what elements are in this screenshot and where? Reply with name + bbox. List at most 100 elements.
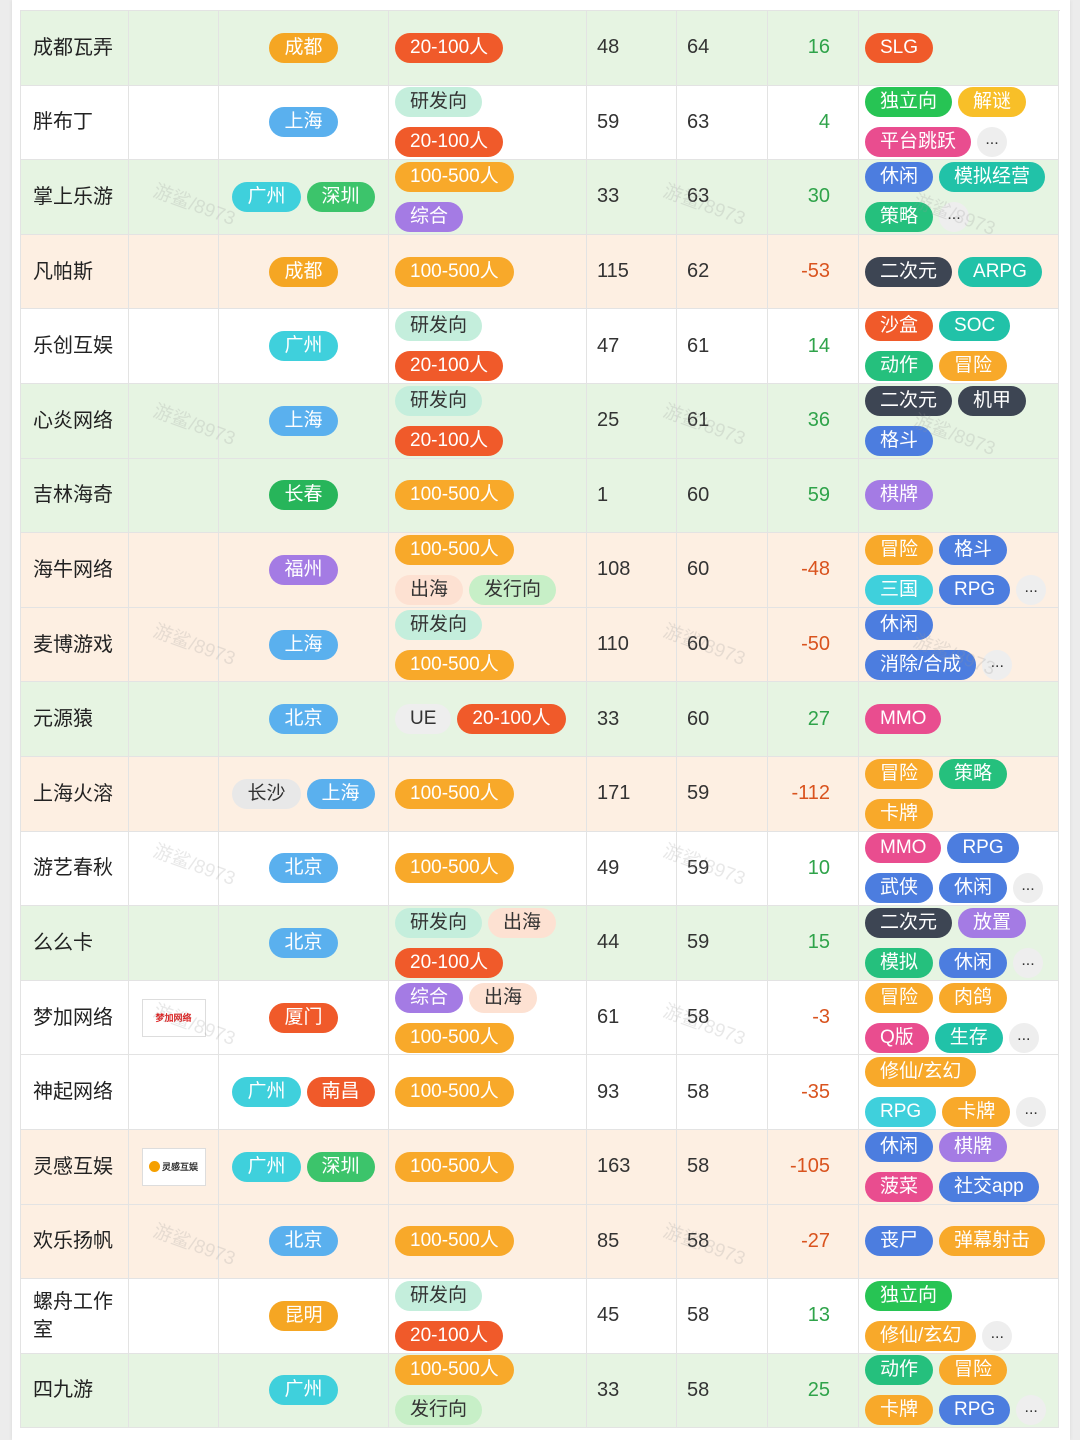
tag-pill[interactable]: 生存 [934,1022,1003,1053]
tag-pill[interactable]: 20-100人 [395,425,504,456]
tag-pill[interactable]: 策略 [865,201,934,232]
tag-pill[interactable]: 棋牌 [939,1131,1008,1162]
tag-pill[interactable]: 南昌 [306,1077,375,1108]
tag-pill[interactable]: 解谜 [958,87,1027,118]
more-tags-button[interactable]: ... [1013,947,1044,978]
tag-pill[interactable]: 北京 [269,853,338,884]
tag-pill[interactable]: 修仙/玄幻 [865,1057,977,1088]
tag-pill[interactable]: 出海 [488,907,557,938]
more-tags-button[interactable]: ... [1016,1097,1047,1128]
table-row[interactable]: 梦加网络 梦加网络 厦门 综合 出海 100-500人 61 58 -3 冒险 肉鸽 Q版 生存... [20,979,1059,1056]
tag-pill[interactable]: 成都 [269,256,338,287]
tag-pill[interactable]: 休闲 [939,873,1008,904]
tag-pill[interactable]: 动作 [865,1355,934,1386]
tag-pill[interactable]: 社交app [939,1171,1039,1202]
tag-pill[interactable]: 冒险 [939,351,1008,382]
tag-pill[interactable]: 20-100人 [395,32,504,63]
tag-pill[interactable]: MMO [865,833,942,864]
tag-pill[interactable]: 独立向 [865,87,953,118]
tag-pill[interactable]: 100-500人 [395,534,514,565]
tag-pill[interactable]: RPG [947,833,1019,864]
tag-pill[interactable]: 上海 [269,405,338,436]
table-row[interactable]: 吉林海奇 长春 100-500人 1 60 59 棋牌 [20,457,1059,534]
table-row[interactable]: 心炎网络 上海 研发向 20-100人 25 61 36 二次元 机甲 格斗 [20,382,1059,459]
tag-pill[interactable]: 100-500人 [395,161,514,192]
tag-pill[interactable]: 格斗 [865,425,934,456]
table-row[interactable]: 四九游 广州 100-500人 发行向 33 58 25 动作 冒险 卡牌 RPG... [20,1352,1059,1429]
tag-pill[interactable]: 研发向 [395,87,483,118]
tag-pill[interactable]: 成都 [269,32,338,63]
tag-pill[interactable]: ARPG [958,256,1042,287]
tag-pill[interactable]: 模拟经营 [939,161,1046,192]
tag-pill[interactable]: 广州 [232,1077,301,1108]
tag-pill[interactable]: 弹幕射击 [939,1226,1046,1257]
tag-pill[interactable]: 卡牌 [865,1395,934,1426]
tag-pill[interactable]: 上海 [269,629,338,660]
tag-pill[interactable]: SLG [865,32,934,63]
tag-pill[interactable]: 独立向 [865,1280,953,1311]
tag-pill[interactable]: RPG [939,1395,1011,1426]
tag-pill[interactable]: 卡牌 [942,1097,1011,1128]
tag-pill[interactable]: 长沙 [232,778,301,809]
more-tags-button[interactable]: ... [977,127,1008,158]
more-tags-button[interactable]: ... [1016,574,1047,605]
tag-pill[interactable]: 研发向 [395,385,483,416]
tag-pill[interactable]: 菠菜 [865,1171,934,1202]
more-tags-button[interactable]: ... [982,649,1013,680]
table-row[interactable]: 螺舟工作室 昆明 研发向 20-100人 45 58 13 独立向 修仙/玄幻... [20,1278,1059,1354]
tag-pill[interactable]: 发行向 [395,1395,483,1426]
tag-pill[interactable]: 100-500人 [395,778,514,809]
tag-pill[interactable]: 放置 [958,907,1027,938]
tag-pill[interactable]: 研发向 [395,1280,483,1311]
tag-pill[interactable]: 冒险 [865,758,934,789]
table-row[interactable]: 上海火溶 长沙 上海 100-500人 171 59 -112 冒险 策略 卡牌 [20,755,1059,832]
tag-pill[interactable]: 100-500人 [395,649,514,680]
tag-pill[interactable]: 丧尸 [865,1226,934,1257]
tag-pill[interactable]: 研发向 [395,311,483,342]
tag-pill[interactable]: 休闲 [939,947,1008,978]
tag-pill[interactable]: UE [395,704,452,735]
tag-pill[interactable]: 北京 [269,927,338,958]
tag-pill[interactable]: 修仙/玄幻 [865,1320,977,1351]
table-row[interactable]: 神起网络 广州 南昌 100-500人 93 58 -35 修仙/玄幻 RPG 卡牌... [20,1054,1059,1130]
tag-pill[interactable]: 三国 [865,574,934,605]
tag-pill[interactable]: 沙盒 [865,311,934,342]
tag-pill[interactable]: 深圳 [306,1151,375,1182]
tag-pill[interactable]: 上海 [306,778,375,809]
more-tags-button[interactable]: ... [1016,1395,1047,1426]
table-row[interactable]: 胖布丁 上海 研发向 20-100人 59 63 4 独立向 解谜 平台跳跃... [20,84,1059,161]
tag-pill[interactable]: 厦门 [269,1002,338,1033]
tag-pill[interactable]: MMO [865,704,942,735]
tag-pill[interactable]: 20-100人 [395,351,504,382]
tag-pill[interactable]: 100-500人 [395,1151,514,1182]
tag-pill[interactable]: 20-100人 [395,1320,504,1351]
tag-pill[interactable]: 二次元 [865,907,953,938]
tag-pill[interactable]: 广州 [269,331,338,362]
table-row[interactable]: 麦博游戏 上海 研发向 100-500人 110 60 -50 休闲 消除/合成... [20,606,1059,683]
tag-pill[interactable]: 策略 [939,758,1008,789]
tag-pill[interactable]: 消除/合成 [865,649,977,680]
tag-pill[interactable]: 武侠 [865,873,934,904]
tag-pill[interactable]: 二次元 [865,256,953,287]
tag-pill[interactable]: 棋牌 [865,480,934,511]
more-tags-button[interactable]: ... [1013,873,1044,904]
tag-pill[interactable]: 100-500人 [395,1226,514,1257]
tag-pill[interactable]: 冒险 [865,534,934,565]
tag-pill[interactable]: 20-100人 [395,947,504,978]
tag-pill[interactable]: 休闲 [865,1131,934,1162]
tag-pill[interactable]: 20-100人 [395,127,504,158]
table-row[interactable]: 游艺春秋 北京 100-500人 49 59 10 MMO RPG 武侠 休闲... [20,830,1059,907]
table-row[interactable]: 海牛网络 福州 100-500人 出海 发行向 108 60 -48 冒险 格斗 三国 RPG... [20,532,1059,608]
tag-pill[interactable]: 格斗 [939,534,1008,565]
tag-pill[interactable]: 广州 [232,1151,301,1182]
tag-pill[interactable]: 冒险 [865,982,934,1013]
table-row[interactable]: 欢乐扬帆 北京 100-500人 85 58 -27 丧尸 弹幕射击 [20,1203,1059,1280]
tag-pill[interactable]: 福州 [269,554,338,585]
tag-pill[interactable]: 机甲 [958,385,1027,416]
table-row[interactable]: 凡帕斯 成都 100-500人 115 62 -53 二次元 ARPG [20,233,1059,310]
table-row[interactable]: 么么卡 北京 研发向 出海 20-100人 44 59 15 二次元 放置 模拟 休闲... [20,905,1059,981]
tag-pill[interactable]: 100-500人 [395,1355,514,1386]
tag-pill[interactable]: 上海 [269,107,338,138]
tag-pill[interactable]: 休闲 [865,609,934,640]
tag-pill[interactable]: 冒险 [939,1355,1008,1386]
